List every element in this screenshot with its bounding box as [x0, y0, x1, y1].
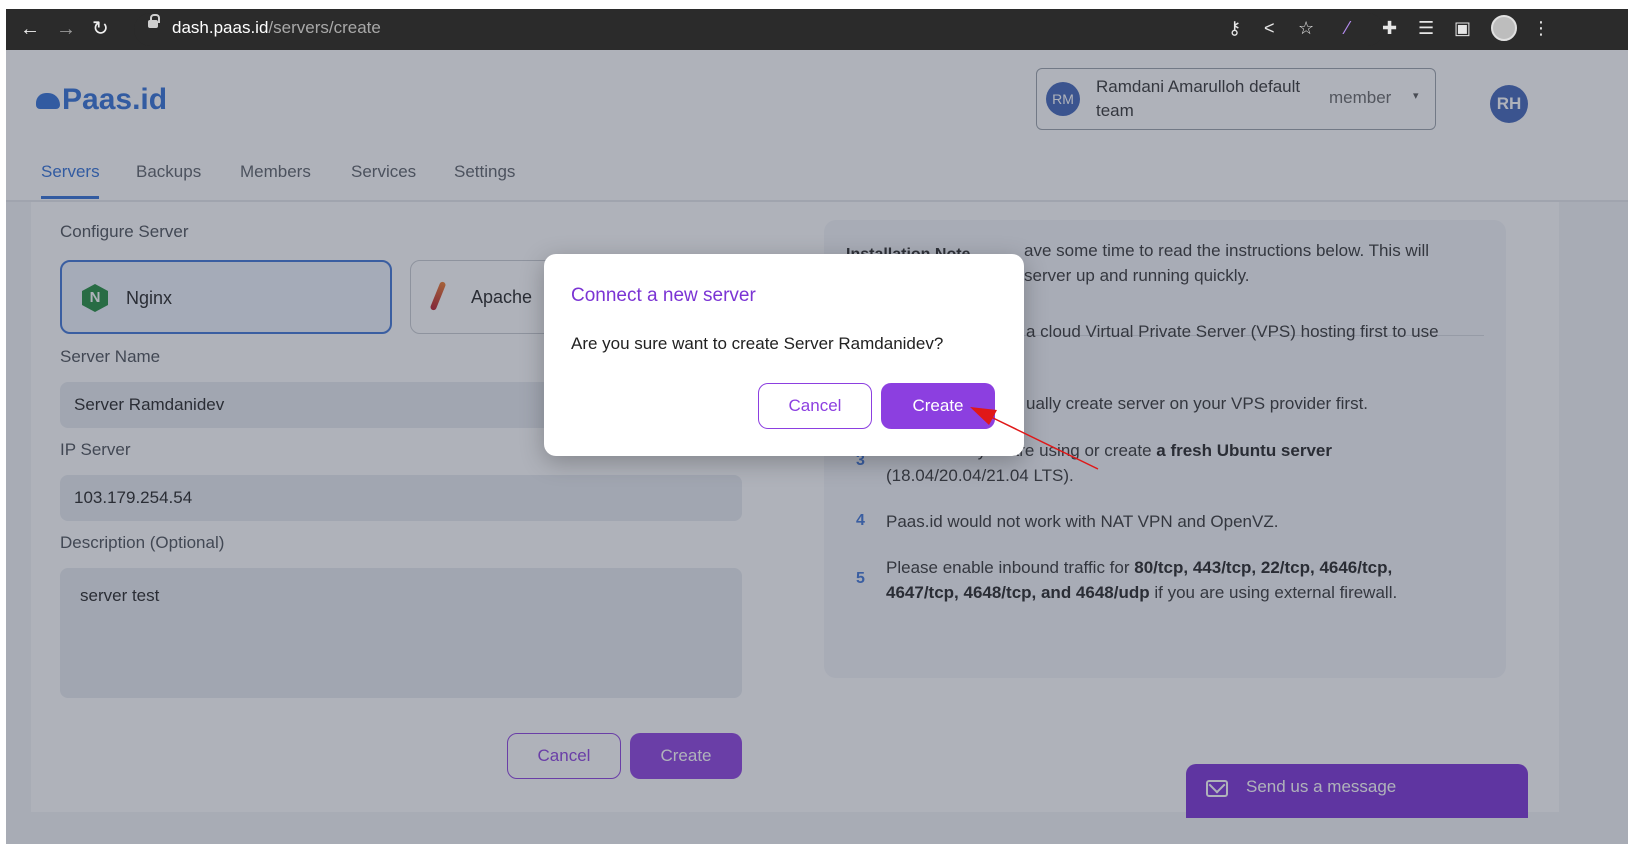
browser-window: ← → ↻ dash.paas.id/servers/create ⚷ < ☆ … [6, 9, 1628, 844]
annotation-arrow-head [970, 407, 997, 425]
annotation-arrow [970, 407, 1099, 470]
annotation-arrow-line [990, 416, 1099, 470]
